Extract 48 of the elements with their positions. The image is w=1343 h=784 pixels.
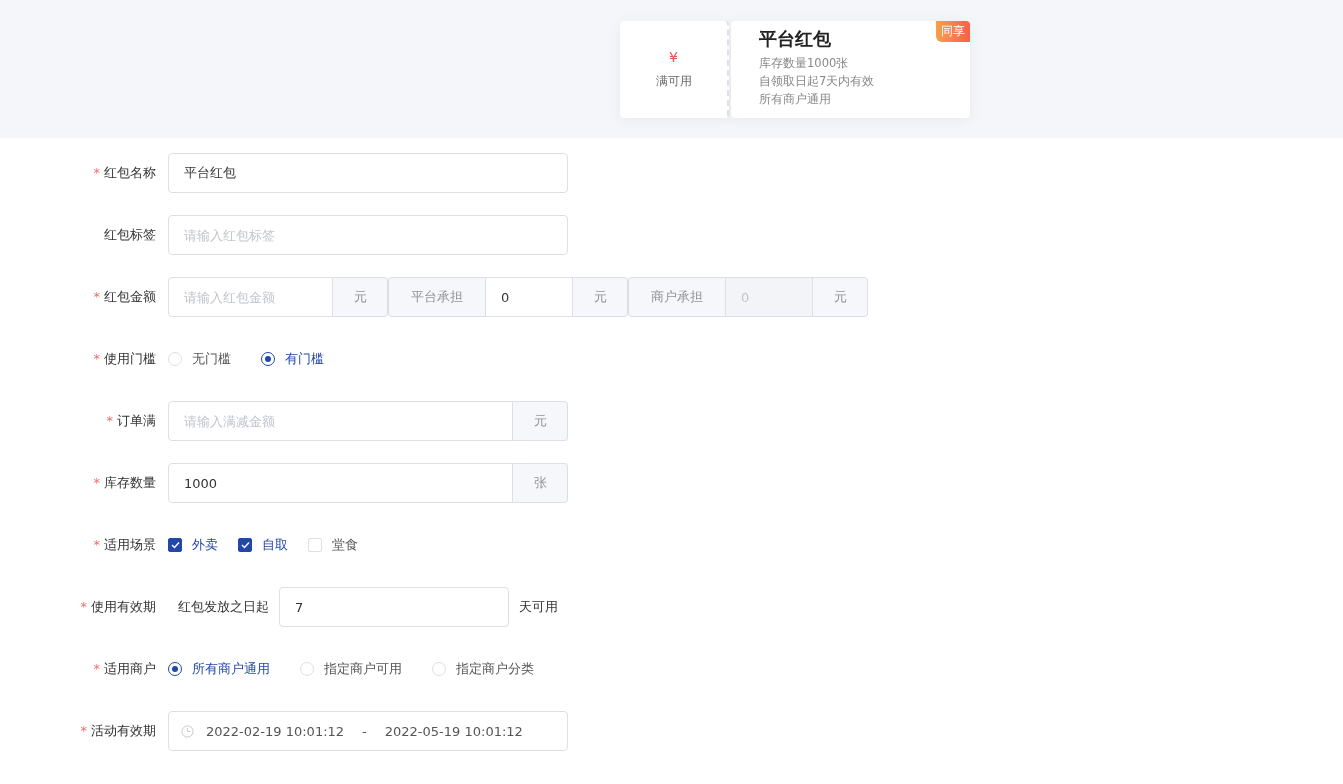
field-text: 天可用 <box>519 598 558 616</box>
field-label: * 库存数量 <box>92 474 157 492</box>
range-separator: - <box>362 723 367 739</box>
radio-option[interactable]: 指定商户分类 <box>432 660 534 678</box>
checkbox-option[interactable]: 堂食 <box>308 536 358 554</box>
radio-option[interactable]: 有门槛 <box>261 350 324 368</box>
unit-label: 元 <box>573 277 628 317</box>
coupon-detail: 自领取日起7天内有效 <box>759 73 876 90</box>
checkbox[interactable] <box>168 538 182 552</box>
amount-input[interactable]: 0 <box>485 277 573 317</box>
input-prefix: 商户承担 <box>628 277 725 317</box>
clock-icon <box>181 724 194 738</box>
currency-symbol: ¥ <box>669 49 678 65</box>
coupon-condition: 满可用 <box>655 73 692 90</box>
checkbox-option[interactable]: 外卖 <box>168 536 218 554</box>
field-label: 红包标签 <box>103 226 157 244</box>
coupon-badge: 同享 <box>936 21 970 42</box>
text-input[interactable]: 请输入满减金额 <box>168 401 513 441</box>
radio-option[interactable]: 无门槛 <box>168 350 231 368</box>
coupon-title: 平台红包 <box>759 27 831 51</box>
coupon-detail: 所有商户通用 <box>759 91 832 108</box>
field-label: * 适用商户 <box>92 660 157 678</box>
date-range-picker[interactable]: 2022-02-19 10:01:12 - 2022-05-19 10:01:12 <box>168 711 568 751</box>
radio-option[interactable]: 所有商户通用 <box>168 660 270 678</box>
end-date: 2022-05-19 10:01:12 <box>384 723 523 739</box>
field-label: * 红包名称 <box>92 164 157 182</box>
checkbox-option[interactable]: 自取 <box>238 536 288 554</box>
field-label: * 活动有效期 <box>79 722 157 740</box>
text-input[interactable]: 请输入红包标签 <box>168 215 568 255</box>
start-date: 2022-02-19 10:01:12 <box>206 723 345 739</box>
field-label: * 红包金额 <box>92 288 157 306</box>
radio-option[interactable]: 指定商户可用 <box>300 660 402 678</box>
days-input[interactable]: 7 <box>279 587 509 627</box>
field-label: * 使用门槛 <box>92 350 157 368</box>
field-label: * 订单满 <box>105 412 157 430</box>
coupon-detail: 库存数量1000张 <box>759 55 850 72</box>
unit-label: 元 <box>813 277 868 317</box>
input-prefix: 平台承担 <box>388 277 485 317</box>
field-label: * 使用有效期 <box>79 598 157 616</box>
unit-label: 张 <box>513 463 568 503</box>
text-input[interactable]: 1000 <box>168 463 513 503</box>
amount-input[interactable]: 请输入红包金额 <box>168 277 333 317</box>
unit-label: 元 <box>513 401 568 441</box>
field-text: 红包发放之日起 <box>178 598 269 616</box>
field-label: * 适用场景 <box>92 536 157 554</box>
text-input[interactable]: 平台红包 <box>168 153 568 193</box>
checkbox[interactable] <box>238 538 252 552</box>
unit-label: 元 <box>333 277 388 317</box>
